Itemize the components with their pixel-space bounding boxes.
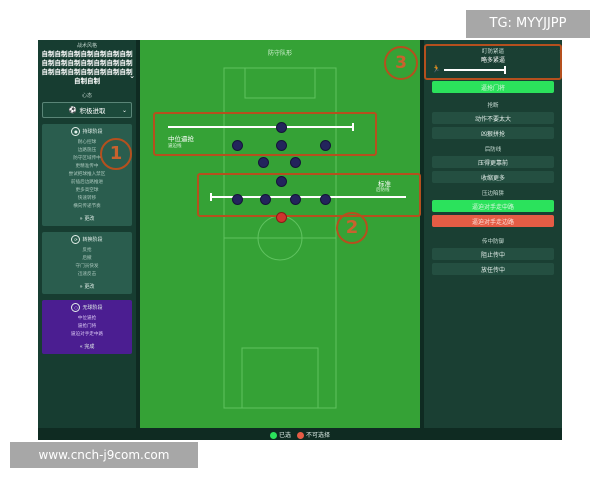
drop-off-button[interactable]: 收缩更多 (432, 171, 554, 183)
fm-tactics-window: 战术风格 自制自制自制自制自制自制自制自制自制自制自制自制自制自制自制自制自制自… (38, 40, 562, 440)
done-button[interactable]: « 完成 (42, 343, 132, 350)
press-line-sub: 逼迫线 (168, 144, 182, 149)
mentality-value: 积极进取 (79, 107, 106, 115)
player-marker[interactable] (290, 194, 301, 205)
list-item: 更多高空球 (75, 188, 99, 193)
watermark-top: TG: MYYJJPP (466, 10, 590, 38)
mentality-icon: ⚽ (68, 106, 77, 114)
defend-icon: ○ (71, 303, 81, 312)
player-marker[interactable] (258, 157, 269, 168)
change-button[interactable]: » 更改 (42, 283, 132, 290)
player-marker[interactable] (290, 157, 301, 168)
step-up-button[interactable]: 压得更靠前 (432, 156, 554, 168)
player-marker[interactable] (320, 140, 331, 151)
left-sidebar: 战术风格 自制自制自制自制自制自制自制自制自制自制自制自制自制自制自制自制自制自… (38, 40, 136, 440)
list-item: 反抢 (82, 248, 92, 253)
panel-title: 转换阶段 (82, 237, 103, 243)
tackling-title: 抢断 (487, 103, 499, 109)
marking-slider[interactable] (444, 69, 504, 71)
stop-crosses-button[interactable]: 阻止传中 (432, 248, 554, 260)
player-marker[interactable] (276, 140, 287, 151)
ball-icon: ● (71, 127, 81, 136)
player-marker[interactable] (276, 176, 287, 187)
slider-handle[interactable] (210, 193, 212, 201)
pitch-title: 防守队形 (267, 50, 292, 57)
list-item: 快速转移 (77, 196, 97, 201)
change-button[interactable]: » 更改 (42, 215, 132, 222)
mentality-label: 心态 (81, 93, 92, 99)
player-marker[interactable] (232, 194, 243, 205)
legend-unavailable: 不可选择 (297, 430, 330, 439)
tactic-style-title: 战术风格 (76, 43, 97, 49)
pressing-trap-title: 压边陷阱 (481, 191, 504, 197)
goalkeeper-marker[interactable] (276, 212, 287, 223)
panel-title: 无球阶段 (82, 305, 103, 311)
list-item: 横向传递节奏 (73, 204, 101, 209)
transition-icon: ⟳ (71, 235, 81, 244)
player-marker[interactable] (276, 122, 287, 133)
defensive-line-title: 后防线 (484, 147, 502, 153)
slider-handle[interactable] (504, 66, 506, 74)
panel-title: 持球阶段 (82, 129, 103, 135)
player-marker[interactable] (260, 194, 271, 205)
defensive-line-sub: 后防线 (376, 188, 390, 193)
chevron-down-icon: ⌄ (129, 72, 135, 80)
legend: 已选 不可选择 (38, 428, 562, 440)
transition-panel: ⟳ 转换阶段 反抢 后撤 守门员快发 迅速反击 » 更改 (42, 232, 132, 294)
out-of-possession-panel: ○ 无球阶段 中位逼抢 逼抢门将 逼迫对手走中路 « 完成 (42, 300, 132, 354)
chevron-down-icon: ⌄ (121, 106, 127, 114)
marking-slider-row: 🏃 (424, 65, 562, 75)
press-line-slider[interactable] (168, 126, 354, 128)
annotation-number-3: 3 (384, 46, 418, 80)
legend-selected: 已选 (269, 430, 291, 439)
force-inside-button[interactable]: 逼迫对手走中路 (432, 200, 554, 212)
red-dot-icon (297, 431, 304, 439)
green-dot-icon (269, 431, 277, 439)
annotation-number-1: 1 (100, 138, 132, 170)
press-line-label: 中位逼抢 (168, 135, 194, 143)
list-item: 逼迫对手走中路 (70, 332, 104, 337)
player-marker[interactable] (320, 194, 331, 205)
watermark-bottom: www.cnch-j9com.com (10, 442, 198, 468)
stay-on-feet-button[interactable]: 动作不要太大 (432, 112, 554, 124)
crossing-defence-title: 传中防御 (481, 239, 504, 245)
invite-crosses-button[interactable]: 放任传中 (432, 263, 554, 275)
list-item: 迅速反击 (77, 272, 97, 277)
player-marker[interactable] (232, 140, 243, 151)
tactic-style-selector[interactable]: 自制自制自制自制自制自制自制自制自制自制自制自制自制自制自制自制自制自制自制自制… (41, 50, 136, 86)
list-item: 尝试把球推入禁区 (68, 172, 106, 177)
annotation-number-2: 2 (336, 212, 368, 244)
get-stuck-in-button[interactable]: 凶狠拼抢 (432, 127, 554, 139)
pitch-markings (223, 67, 337, 409)
list-item: 逼抢门将 (77, 324, 97, 329)
pitch: 防守队形 中位逼抢 逼迫线 标准 后防线 1 2 (100, 40, 421, 428)
list-item: 后撤 (82, 256, 92, 261)
press-goalkeeper-button[interactable]: 逼抢门将 (432, 81, 554, 93)
list-item: 前插后边路推进 (70, 180, 104, 185)
list-item: 中位逼抢 (77, 316, 97, 321)
tactic-style-name: 自制自制自制自制自制自制自制自制自制自制自制自制自制自制自制自制自制自制自制自制… (41, 50, 133, 85)
force-outside-button[interactable]: 逼迫对手走边路 (432, 215, 554, 227)
slider-handle[interactable] (352, 123, 354, 131)
right-instructions-panel: 3 盯防紧逼 略多紧逼 🏃 逼抢门将 抢断 动作不要太大 凶狠拼抢 后防线 压得… (384, 40, 562, 440)
mentality-dropdown[interactable]: ⚽ 积极进取 ⌄ (42, 102, 132, 118)
list-item: 守门员快发 (75, 264, 99, 269)
running-player-icon: 🏃 (432, 65, 441, 73)
